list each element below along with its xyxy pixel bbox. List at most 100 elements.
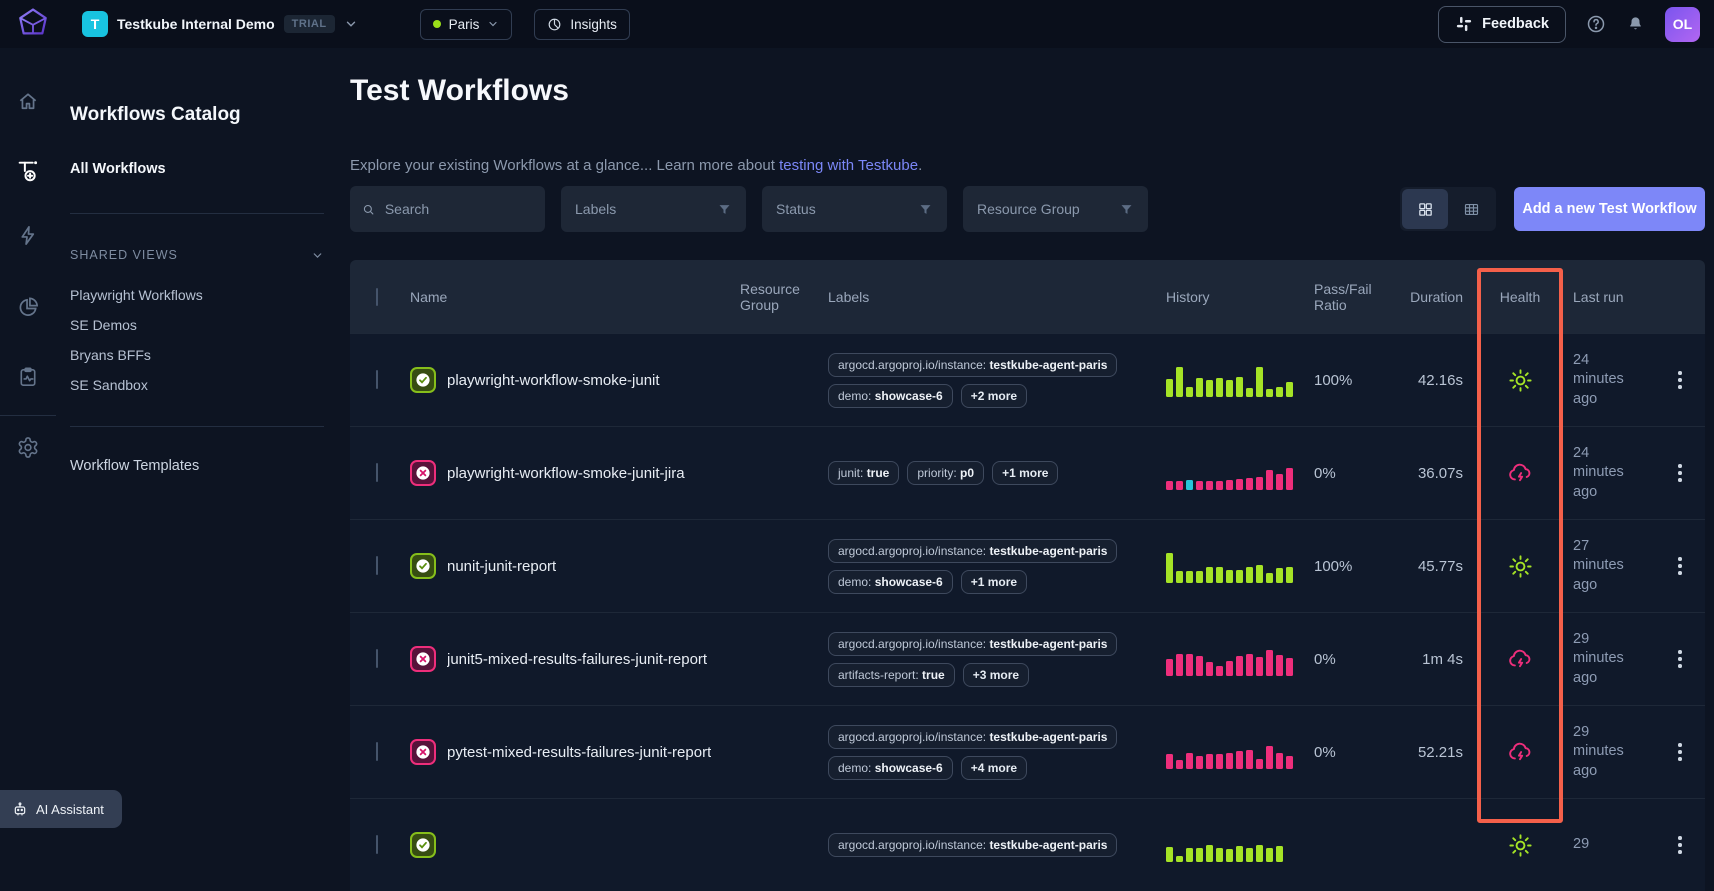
add-workflow-button[interactable]: Add a new Test Workflow	[1514, 187, 1705, 231]
row-checkbox[interactable]	[376, 835, 378, 854]
history-bar	[1186, 654, 1193, 676]
sidebar-item-shared-view-1[interactable]: SE Demos	[70, 310, 324, 340]
search-box[interactable]	[350, 186, 545, 232]
environment-name: Paris	[449, 17, 480, 32]
history-bar	[1266, 389, 1273, 397]
test-reports-icon[interactable]	[17, 366, 40, 389]
history-bar	[1246, 848, 1253, 862]
sidebar-item-shared-view-3[interactable]: SE Sandbox	[70, 370, 324, 400]
history-bar	[1266, 848, 1273, 862]
history-bar	[1276, 474, 1283, 490]
row-menu-button[interactable]	[1655, 365, 1705, 395]
row-menu-button[interactable]	[1655, 644, 1705, 674]
table-body: playwright-workflow-smoke-junit argocd.ar…	[350, 333, 1705, 891]
filter-status[interactable]: Status	[762, 186, 947, 232]
triggers-icon[interactable]	[17, 224, 40, 247]
history-sparkline[interactable]	[1146, 363, 1296, 397]
history-sparkline[interactable]	[1146, 456, 1296, 490]
sidebar-item-shared-view-0[interactable]: Playwright Workflows	[70, 280, 324, 310]
workflow-name[interactable]: playwright-workflow-smoke-junit	[447, 372, 660, 389]
history-sparkline[interactable]	[1146, 549, 1296, 583]
table-row[interactable]: argocd.argoproj.io/instance: testkube-ag…	[350, 798, 1705, 891]
history-bar	[1286, 567, 1293, 583]
col-name[interactable]: Name	[410, 289, 740, 305]
insights-icon	[547, 17, 562, 32]
table-row[interactable]: nunit-junit-report argocd.argoproj.io/ins…	[350, 519, 1705, 612]
env-status-dot	[433, 20, 441, 28]
funnel-icon	[717, 202, 732, 217]
actions-cell	[1655, 644, 1705, 674]
col-ratio[interactable]: Pass/Fail Ratio	[1296, 281, 1392, 313]
table-row[interactable]: pytest-mixed-results-failures-junit-repo…	[350, 705, 1705, 798]
labels-cell: argocd.argoproj.io/instance: testkube-ag…	[828, 353, 1146, 408]
docs-link[interactable]: testing with Testkube	[779, 157, 918, 174]
col-last-run[interactable]: Last run	[1563, 289, 1655, 305]
workflow-name[interactable]: junit5-mixed-results-failures-junit-repo…	[447, 651, 707, 668]
history-sparkline[interactable]	[1146, 828, 1296, 862]
insights-button[interactable]: Insights	[534, 9, 630, 40]
analytics-icon[interactable]	[17, 296, 40, 319]
row-menu-button[interactable]	[1655, 830, 1705, 860]
help-button[interactable]	[1586, 14, 1606, 34]
row-menu-button[interactable]	[1655, 551, 1705, 581]
col-labels[interactable]: Labels	[828, 289, 1146, 305]
feedback-button[interactable]: Feedback	[1438, 6, 1566, 43]
history-bar	[1186, 848, 1193, 862]
sidebar-item-workflow-templates[interactable]: Workflow Templates	[70, 458, 199, 474]
duration: 52.21s	[1392, 744, 1477, 761]
history-bar	[1166, 553, 1173, 583]
environment-selector[interactable]: Paris	[420, 9, 513, 40]
notifications-button[interactable]	[1626, 15, 1645, 34]
search-input[interactable]	[383, 200, 533, 218]
ai-assistant-button[interactable]: AI Assistant	[0, 790, 122, 828]
history-bar	[1256, 759, 1263, 769]
row-checkbox[interactable]	[376, 742, 378, 761]
table-row[interactable]: junit5-mixed-results-failures-junit-repo…	[350, 612, 1705, 705]
sidebar-item-all-workflows[interactable]: All Workflows	[70, 161, 166, 177]
col-health[interactable]: Health	[1477, 289, 1563, 305]
workflow-name[interactable]: nunit-junit-report	[447, 558, 556, 575]
history-bar	[1256, 367, 1263, 397]
history-bar	[1236, 656, 1243, 676]
table-row[interactable]: playwright-workflow-smoke-junit argocd.ar…	[350, 333, 1705, 426]
col-duration[interactable]: Duration	[1392, 289, 1477, 305]
select-all-checkbox[interactable]	[376, 288, 378, 306]
testkube-logo[interactable]	[14, 5, 52, 43]
label-chip: priority: p0	[907, 461, 984, 485]
ai-assistant-label: AI Assistant	[36, 802, 104, 817]
filter-labels[interactable]: Labels	[561, 186, 746, 232]
settings-icon[interactable]	[17, 436, 40, 459]
row-menu-button[interactable]	[1655, 737, 1705, 767]
workflow-name[interactable]: pytest-mixed-results-failures-junit-repo…	[447, 744, 711, 761]
label-chip-row: argocd.argoproj.io/instance: testkube-ag…	[828, 539, 1117, 563]
workflows-icon[interactable]	[16, 158, 41, 183]
col-resource-group[interactable]: Resource Group	[740, 281, 828, 313]
more-labels-chip: +2 more	[961, 384, 1027, 408]
workflow-name[interactable]: playwright-workflow-smoke-junit-jira	[447, 465, 685, 482]
table-row[interactable]: playwright-workflow-smoke-junit-jirajuni…	[350, 426, 1705, 519]
history-bar	[1206, 845, 1213, 862]
history-bar	[1186, 480, 1193, 490]
row-checkbox[interactable]	[376, 463, 378, 482]
history-bar	[1186, 387, 1193, 397]
row-checkbox[interactable]	[376, 370, 378, 389]
col-history[interactable]: History	[1146, 289, 1296, 305]
history-sparkline[interactable]	[1146, 735, 1296, 769]
user-avatar[interactable]: OL	[1665, 7, 1700, 42]
shared-views-header[interactable]: SHARED VIEWS	[70, 248, 324, 262]
sidebar-item-shared-view-2[interactable]: Bryans BFFs	[70, 340, 324, 370]
org-selector[interactable]: T Testkube Internal Demo TRIAL	[82, 11, 358, 37]
home-icon[interactable]	[17, 90, 40, 113]
table-view-button[interactable]	[1448, 189, 1494, 229]
filter-resource-group[interactable]: Resource Group	[963, 186, 1148, 232]
history-sparkline[interactable]	[1146, 642, 1296, 676]
insights-label: Insights	[570, 17, 617, 32]
health-cell	[1477, 739, 1563, 766]
row-checkbox[interactable]	[376, 649, 378, 668]
grid-view-button[interactable]	[1402, 189, 1448, 229]
history-bar	[1236, 479, 1243, 490]
filter-label: Labels	[575, 201, 616, 217]
row-menu-button[interactable]	[1655, 458, 1705, 488]
row-checkbox[interactable]	[376, 556, 378, 575]
history-bar	[1176, 654, 1183, 676]
